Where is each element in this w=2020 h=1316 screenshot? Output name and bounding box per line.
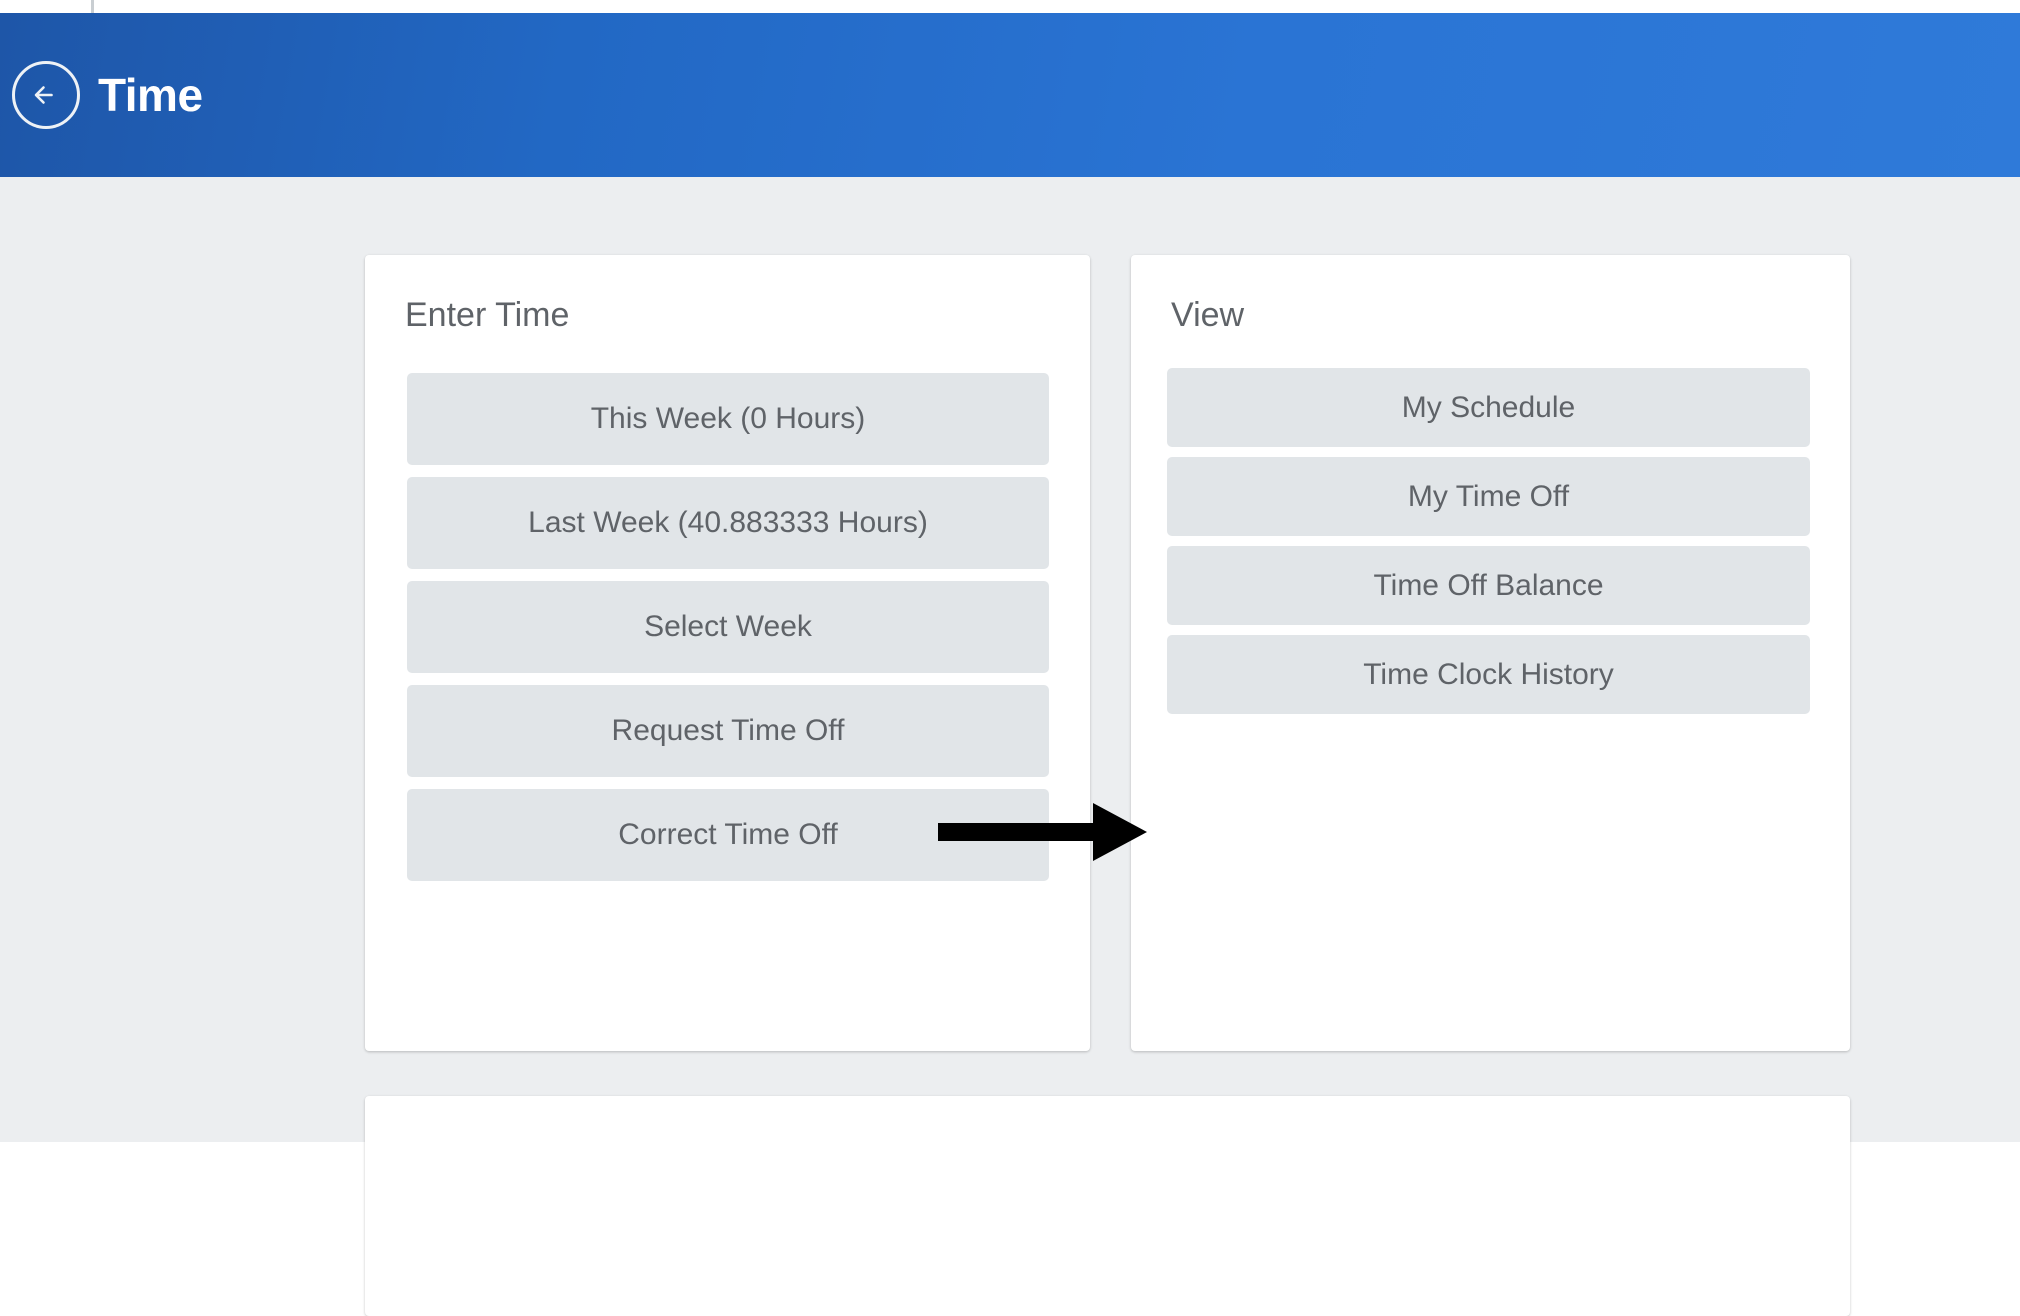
page-canvas: Enter Time This Week (0 Hours) Last Week… bbox=[0, 177, 2020, 1316]
this-week-button[interactable]: This Week (0 Hours) bbox=[407, 373, 1049, 465]
enter-time-card-title: Enter Time bbox=[405, 296, 570, 334]
time-clock-history-button[interactable]: Time Clock History bbox=[1167, 635, 1810, 714]
last-week-button[interactable]: Last Week (40.883333 Hours) bbox=[407, 477, 1049, 569]
app-header: Time bbox=[0, 13, 2020, 177]
enter-time-card: Enter Time This Week (0 Hours) Last Week… bbox=[365, 255, 1090, 1051]
top-strip-divider bbox=[91, 0, 94, 13]
my-schedule-button[interactable]: My Schedule bbox=[1167, 368, 1810, 447]
browser-top-strip bbox=[0, 0, 2020, 13]
my-time-off-button[interactable]: My Time Off bbox=[1167, 457, 1810, 536]
request-time-off-button[interactable]: Request Time Off bbox=[407, 685, 1049, 777]
view-card-title: View bbox=[1171, 296, 1245, 334]
arrow-left-icon bbox=[26, 75, 66, 115]
correct-time-off-button[interactable]: Correct Time Off bbox=[407, 789, 1049, 881]
view-button-stack: My Schedule My Time Off Time Off Balance… bbox=[1167, 368, 1810, 724]
time-off-balance-button[interactable]: Time Off Balance bbox=[1167, 546, 1810, 625]
bottom-card bbox=[365, 1096, 1850, 1316]
select-week-button[interactable]: Select Week bbox=[407, 581, 1049, 673]
back-button[interactable] bbox=[12, 61, 80, 129]
page-title: Time bbox=[98, 69, 203, 121]
enter-time-button-stack: This Week (0 Hours) Last Week (40.883333… bbox=[407, 373, 1049, 893]
view-card: View My Schedule My Time Off Time Off Ba… bbox=[1131, 255, 1850, 1051]
